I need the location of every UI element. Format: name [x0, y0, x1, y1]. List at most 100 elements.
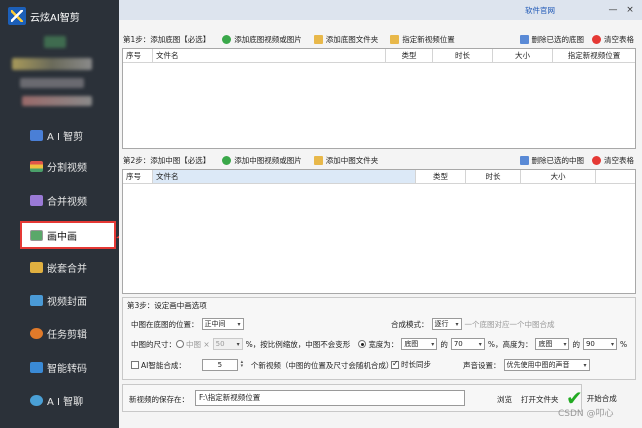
close-button[interactable]: × — [624, 4, 636, 16]
height-ref-value: 底图 — [538, 340, 553, 348]
chevron-down-icon: ▾ — [610, 340, 614, 348]
sidebar-item-ai-chat[interactable]: A I 智聊 — [0, 385, 119, 415]
sidebar-item-picture-in-picture[interactable]: 画中画 — [20, 221, 116, 249]
chevron-down-icon: ▾ — [236, 340, 240, 348]
mode-row: 合成模式： 逐行 ▾ 一个底图对应一个中图合成 — [391, 318, 555, 330]
smart-transcode-icon — [30, 361, 43, 373]
delete-selected-base-label: 删除已选的底图 — [531, 34, 585, 44]
mode-value: 逐行 — [434, 320, 449, 328]
sidebar-item-nest-merge[interactable]: 嵌套合并 — [0, 252, 119, 282]
height-ref-select[interactable]: 底图 ▾ — [535, 338, 570, 350]
app-logo-icon — [8, 7, 26, 25]
width-ref-select[interactable]: 底图 ▾ — [401, 338, 438, 350]
add-base-video-button[interactable]: 添加底图视频或图片 — [222, 34, 302, 45]
sidebar-item-task-edit[interactable]: 任务剪辑 — [0, 318, 119, 348]
minimize-button[interactable]: — — [607, 4, 619, 16]
middle-file-table[interactable]: 序号 文件名 类型 时长 大小 — [122, 169, 636, 294]
video-cover-icon — [30, 294, 43, 306]
position-label: 中图在底图的位置： — [131, 319, 199, 329]
sidebar-item-label: 视频封面 — [47, 296, 87, 308]
browse-button[interactable]: 浏览 — [497, 394, 512, 405]
position-value: 正中间 — [204, 320, 226, 328]
watermark: CSDN @叩心 — [558, 409, 614, 419]
clear-table-2-label: 清空表格 — [604, 155, 634, 165]
clear-icon — [592, 34, 601, 44]
split-video-icon — [30, 160, 43, 172]
set-video-position-label: 指定新视频位置 — [402, 34, 455, 44]
audio-select[interactable]: 优先使用中图的声音 ▾ — [503, 359, 590, 371]
clear-table-2-button[interactable]: 清空表格 — [592, 155, 634, 166]
sidebar-item-label: 分割视频 — [47, 162, 87, 174]
add-middle-video-button[interactable]: 添加中图视频或图片 — [222, 155, 302, 166]
sidebar-item-smart-transcode[interactable]: 智能转码 — [0, 352, 119, 382]
step2-toolbar: 第2步：添加中图【必选】 添加中图视频或图片 添加中图文件夹 — [123, 153, 378, 167]
delete-selected-middle-button[interactable]: 删除已选的中图 — [519, 155, 585, 166]
sidebar: 云炫AI智剪 A I 智剪 分割视频 合并视频 画中画 嵌套合并 视频封面 任务… — [0, 0, 119, 428]
duration-sync-checkbox[interactable] — [391, 359, 399, 369]
blurred-info — [20, 78, 84, 88]
blurred-username — [12, 58, 92, 70]
save-path-input[interactable]: F:\指定新视频位置 — [195, 390, 465, 406]
step3-title-text: 第3步：设定画中画选项 — [127, 301, 207, 310]
pip-options-panel: 第3步：设定画中画选项 中图在底图的位置： 正中间 ▾ 合成模式： 逐行 ▾ 一个底… — [122, 297, 636, 380]
folder-icon — [313, 155, 323, 165]
percent-hint: %，按比例缩放，中图不会变形 — [245, 339, 351, 349]
sidebar-item-split-video[interactable]: 分割视频 — [0, 151, 119, 181]
table-header: 序号 文件名 类型 时长 大小 指定新视频位置 — [123, 49, 635, 63]
width-ref-value: 底图 — [404, 340, 419, 348]
of-label-2: 的 — [572, 339, 580, 349]
clear-table-1-button[interactable]: 清空表格 — [592, 34, 634, 45]
ai-compose-checkbox[interactable] — [131, 361, 139, 369]
add-base-folder-label: 添加底图文件夹 — [325, 34, 379, 44]
open-folder-button[interactable]: 打开文件夹 — [521, 394, 559, 405]
size-label: 中图的尺寸： — [131, 339, 176, 349]
position-select[interactable]: 正中间 ▾ — [201, 318, 244, 330]
sidebar-item-label: A I 智剪 — [47, 131, 84, 143]
ai-count-stepper[interactable]: 5 — [201, 359, 245, 371]
middle-scale-label: 中图 × — [186, 339, 210, 349]
add-base-video-label: 添加底图视频或图片 — [234, 34, 302, 44]
audio-value: 优先使用中图的声音 — [506, 361, 570, 369]
width-radio[interactable] — [358, 340, 367, 348]
middle-scale-select[interactable]: 50 ▾ — [212, 338, 243, 350]
height-percent-select[interactable]: 90 ▾ — [582, 338, 617, 350]
size-row: 中图的尺寸： 中图 × 50 ▾ %，按比例缩放，中图不会变形 宽度为： 底图 ▾ … — [131, 338, 627, 350]
base-file-table[interactable]: 序号 文件名 类型 时长 大小 指定新视频位置 — [122, 48, 636, 149]
add-icon — [222, 34, 232, 44]
set-video-position-button[interactable]: 指定新视频位置 — [390, 34, 455, 45]
step2-right-tools: 删除已选的中图 清空表格 — [512, 153, 634, 167]
audio-label: 声音设置： — [463, 360, 501, 370]
step2-title: 第2步：添加中图【必选】 — [123, 155, 211, 165]
ai-cut-icon — [30, 129, 43, 141]
chevron-down-icon: ▾ — [431, 340, 435, 348]
delete-selected-middle-label: 删除已选的中图 — [531, 155, 585, 165]
sidebar-item-ai-cut[interactable]: A I 智剪 — [0, 120, 119, 150]
delete-selected-base-button[interactable]: 删除已选的底图 — [519, 34, 585, 45]
add-middle-video-label: 添加中图视频或图片 — [234, 155, 302, 165]
width-label: 宽度为： — [368, 339, 399, 349]
ai-compose-label: AI智能合成： — [141, 360, 186, 370]
width-percent-select[interactable]: 70 ▾ — [450, 338, 485, 350]
ai-compose-row: AI智能合成： 5 个新视频（中图的位置及尺寸会随机合成） — [131, 359, 393, 371]
sync-row: 时长同步 — [391, 359, 431, 370]
col-filename: 文件名 — [153, 49, 386, 62]
official-site-link[interactable]: 软件官网 — [525, 5, 555, 16]
sidebar-item-merge-video[interactable]: 合并视频 — [0, 185, 119, 215]
sidebar-item-label: A I 智聊 — [47, 396, 84, 408]
col-position: 指定新视频位置 — [567, 51, 621, 60]
sidebar-item-label: 嵌套合并 — [47, 263, 87, 275]
step1-title: 第1步：添加底图【必选】 — [123, 34, 211, 44]
col-index: 序号 — [123, 49, 153, 62]
width-percent-value: 70 — [453, 340, 463, 348]
add-base-folder-button[interactable]: 添加底图文件夹 — [313, 34, 379, 45]
delete-icon — [519, 34, 529, 44]
clear-icon — [592, 155, 601, 165]
duration-sync-label: 时长同步 — [401, 360, 431, 369]
table-header: 序号 文件名 类型 时长 大小 — [123, 170, 635, 184]
sidebar-item-video-cover[interactable]: 视频封面 — [0, 285, 119, 315]
middle-scale-radio[interactable] — [176, 340, 184, 348]
add-middle-folder-button[interactable]: 添加中图文件夹 — [313, 155, 378, 166]
height-label: %，高度为： — [487, 339, 533, 349]
save-path-bar: 新视频的保存在： F:\指定新视频位置 浏览 打开文件夹 — [122, 384, 582, 412]
mode-select[interactable]: 逐行 ▾ — [431, 318, 462, 330]
